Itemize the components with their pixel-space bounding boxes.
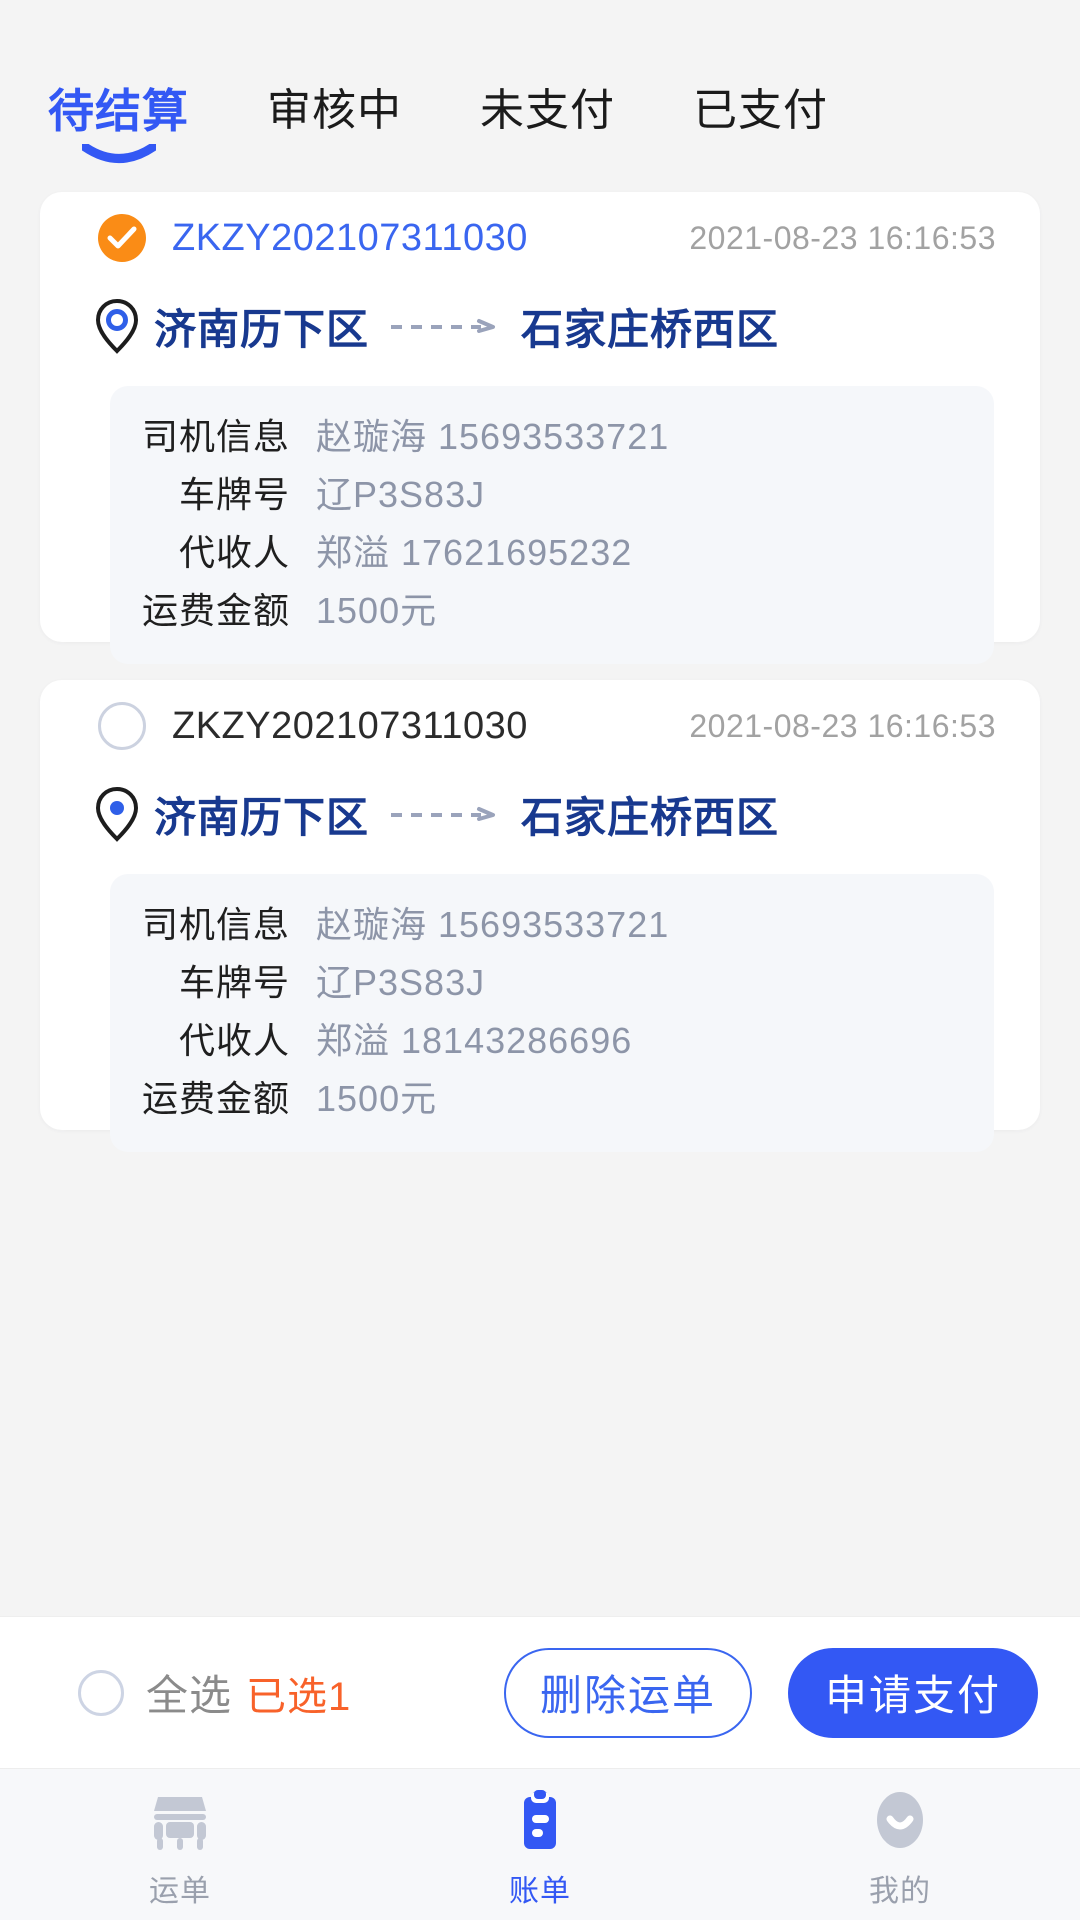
detail-row: 司机信息 赵璇海 15693533721 <box>110 896 994 954</box>
detail-value: 辽P3S83J <box>316 962 486 1003</box>
detail-label: 代收人 <box>178 1020 290 1061</box>
waybill-select-checkbox[interactable] <box>98 702 146 750</box>
action-buttons: 删除运单 申请支付 <box>504 1647 1038 1738</box>
waybill-timestamp: 2021-08-23 16:16:53 <box>689 707 996 744</box>
tab-label: 已支付 <box>693 86 828 135</box>
nav-label: 账单 <box>509 1874 571 1908</box>
select-all-checkbox[interactable] <box>78 1669 124 1716</box>
nav-label: 我的 <box>869 1874 931 1908</box>
waybill-card-header: ZKZY202107311030 2021-08-23 16:16:53 <box>40 680 1040 772</box>
detail-row: 运费金额 1500元 <box>110 582 994 640</box>
detail-value: 郑溢 17621695232 <box>316 532 633 573</box>
detail-label: 车牌号 <box>178 962 290 1003</box>
selected-count-label: 已选1 <box>246 1674 352 1719</box>
select-all-label: 全选 <box>146 1672 233 1719</box>
detail-row: 代收人 郑溢 17621695232 <box>110 524 994 582</box>
app-root: 待结算 审核中 未支付 已支付 ZKZY202107311030 2021-08… <box>0 0 1080 1920</box>
nav-item-profile[interactable]: 我的 <box>720 1780 1080 1910</box>
detail-value: 赵璇海 15693533721 <box>316 904 670 945</box>
detail-row: 司机信息 赵璇海 15693533721 <box>110 408 994 466</box>
detail-label: 运费金额 <box>141 590 290 631</box>
nav-label: 运单 <box>149 1874 211 1908</box>
waybill-order-number: ZKZY202107311030 <box>172 216 528 259</box>
waybill-destination: 石家庄桥西区 <box>521 793 780 841</box>
bottom-navigation: 运单 账单 我的 <box>0 1768 1080 1920</box>
tab-label: 待结算 <box>48 85 189 137</box>
bottom-action-bar: 全选 已选1 删除运单 申请支付 <box>0 1616 1080 1768</box>
route-arrow-icon <box>389 317 501 335</box>
detail-row: 运费金额 1500元 <box>110 1070 994 1128</box>
waybill-card[interactable]: ZKZY202107311030 2021-08-23 16:16:53 济南历… <box>40 680 1040 1152</box>
apply-payment-button[interactable]: 申请支付 <box>788 1647 1038 1738</box>
detail-value: 郑溢 18143286696 <box>316 1020 633 1061</box>
select-all-control[interactable]: 全选 已选1 <box>78 1662 351 1723</box>
nav-item-waybill[interactable]: 运单 <box>0 1780 360 1910</box>
waybill-timestamp: 2021-08-23 16:16:53 <box>689 219 996 256</box>
waybill-card[interactable]: ZKZY202107311030 2021-08-23 16:16:53 济南历… <box>40 192 1040 664</box>
location-pin-icon <box>94 298 140 354</box>
waybill-select-checkbox[interactable] <box>98 214 146 262</box>
detail-label: 司机信息 <box>141 904 290 945</box>
waybill-card-header: ZKZY202107311030 2021-08-23 16:16:53 <box>40 192 1040 284</box>
detail-label: 代收人 <box>178 532 290 573</box>
detail-row: 车牌号 辽P3S83J <box>110 466 994 524</box>
detail-label: 车牌号 <box>178 474 290 515</box>
route-arrow-icon <box>389 805 501 823</box>
detail-value: 1500元 <box>316 590 438 631</box>
tab-pending-settlement[interactable]: 待结算 <box>42 82 195 163</box>
waybill-detail-panel: 司机信息 赵璇海 15693533721 车牌号 辽P3S83J 代收人 郑溢 … <box>110 874 994 1152</box>
waybill-detail-panel: 司机信息 赵璇海 15693533721 车牌号 辽P3S83J 代收人 郑溢 … <box>110 386 994 664</box>
active-tab-indicator <box>81 144 156 166</box>
waybill-origin: 济南历下区 <box>154 793 370 841</box>
tab-label: 审核中 <box>267 86 402 135</box>
detail-row: 车牌号 辽P3S83J <box>110 954 994 1012</box>
waybill-route: 济南历下区 石家庄桥西区 <box>40 284 1040 368</box>
truck-icon <box>144 1786 216 1856</box>
clipboard-icon <box>504 1786 576 1856</box>
tab-bar: 待结算 审核中 未支付 已支付 <box>0 0 1080 196</box>
waybill-route: 济南历下区 石家庄桥西区 <box>40 772 1040 856</box>
user-avatar-icon <box>864 1786 936 1856</box>
waybill-destination: 石家庄桥西区 <box>521 305 780 353</box>
detail-value: 辽P3S83J <box>316 474 486 515</box>
tab-unpaid[interactable]: 未支付 <box>474 82 621 140</box>
tab-paid[interactable]: 已支付 <box>687 82 834 140</box>
tab-reviewing[interactable]: 审核中 <box>261 82 408 140</box>
waybill-origin: 济南历下区 <box>154 305 370 353</box>
detail-value: 1500元 <box>316 1078 438 1119</box>
detail-label: 运费金额 <box>141 1078 290 1119</box>
detail-row: 代收人 郑溢 18143286696 <box>110 1012 994 1070</box>
detail-value: 赵璇海 15693533721 <box>316 416 670 457</box>
location-pin-icon <box>94 786 140 842</box>
tab-label: 未支付 <box>480 86 615 135</box>
nav-item-bill[interactable]: 账单 <box>360 1780 720 1910</box>
waybill-order-number: ZKZY202107311030 <box>172 704 528 747</box>
detail-label: 司机信息 <box>141 416 290 457</box>
delete-waybill-button[interactable]: 删除运单 <box>504 1647 752 1738</box>
